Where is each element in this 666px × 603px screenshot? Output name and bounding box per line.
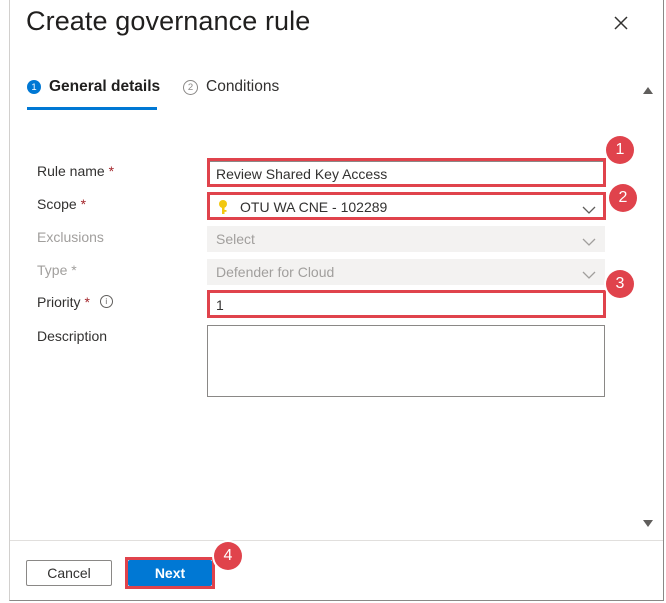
type-dropdown: Defender for Cloud [207,259,605,285]
callout-badge: 4 [214,542,242,570]
cancel-button[interactable]: Cancel [26,560,112,586]
chevron-down-icon [582,234,596,250]
tab-general-details[interactable]: 1 General details [27,78,160,96]
scope-label: Scope * [37,196,87,212]
highlight-scope [207,192,606,220]
priority-label: Priority * i [37,294,113,311]
callout-badge: 1 [606,136,634,164]
tab-label: Conditions [206,78,280,95]
governance-rule-panel: Create governance rule 1 General details… [9,0,664,601]
highlight-next [125,557,215,589]
type-label: Type * [37,262,77,278]
tab-number: 2 [183,79,198,95]
scroll-up-arrow-icon[interactable] [642,82,654,100]
close-icon[interactable] [610,12,632,34]
highlight-priority [207,290,606,318]
exclusions-value: Select [216,231,255,247]
description-textarea[interactable] [207,325,605,397]
callout-badge: 2 [609,184,637,212]
type-value: Defender for Cloud [216,264,335,280]
info-icon[interactable]: i [99,295,113,308]
exclusions-label: Exclusions [37,229,104,245]
chevron-down-icon [582,267,596,283]
panel-title: Create governance rule [26,6,311,36]
callout-badge: 3 [606,270,634,298]
highlight-rule-name [207,158,606,187]
tab-active-indicator [27,107,157,110]
tab-number: 1 [27,80,41,94]
exclusions-dropdown: Select [207,226,605,252]
description-label: Description [37,328,108,344]
tab-conditions[interactable]: 2 Conditions [183,78,279,96]
footer-divider [10,540,663,541]
scroll-down-arrow-icon[interactable] [642,516,654,534]
rule-name-label: Rule name * [37,163,115,179]
tab-label: General details [49,78,161,95]
